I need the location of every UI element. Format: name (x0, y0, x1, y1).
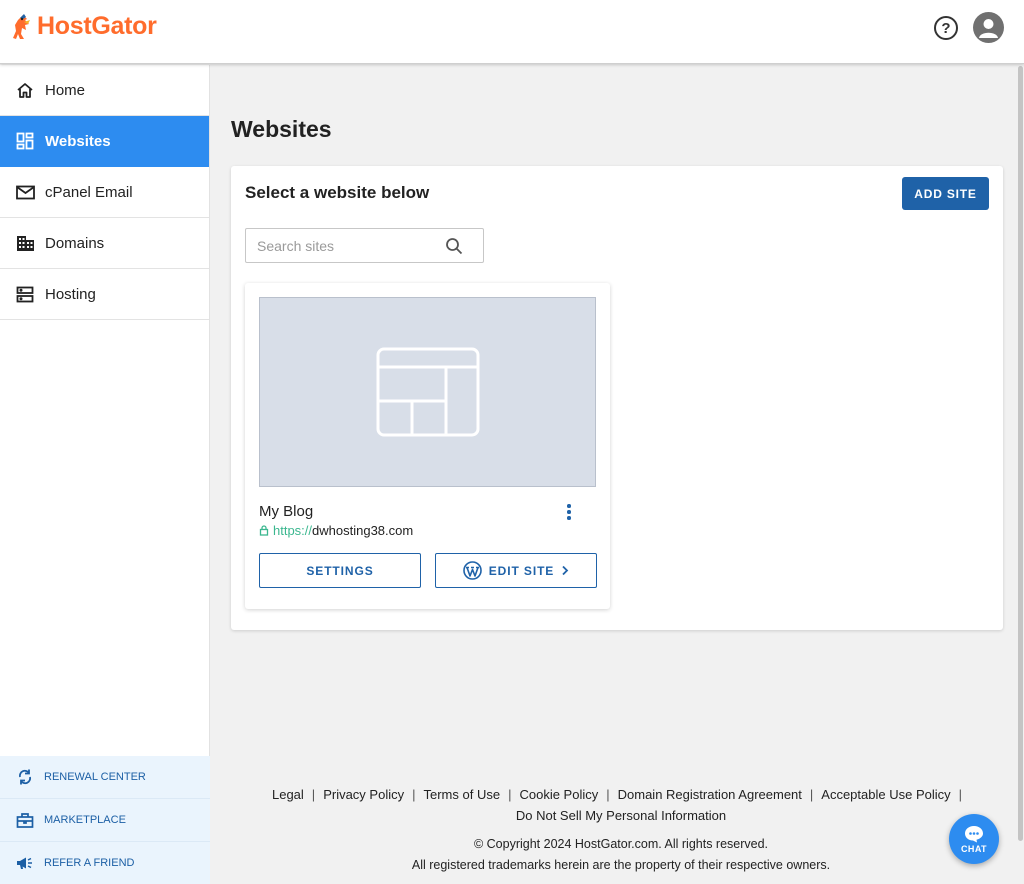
url-domain: dwhosting38.com (312, 523, 414, 538)
trademark-text: All registered trademarks herein are the… (411, 858, 831, 872)
edit-site-button[interactable]: EDIT SITE (435, 553, 597, 588)
footer-link-acceptable-use-policy[interactable]: Acceptable Use Policy (821, 787, 950, 802)
chat-button[interactable]: CHAT (949, 814, 999, 864)
store-icon (15, 811, 35, 829)
site-card: My Blog https://dwhosting38.com SETTINGS… (245, 283, 610, 609)
footer-links: Legal | Privacy Policy | Terms of Use | Cookie… (271, 787, 963, 823)
add-site-button[interactable]: ADD SITE (902, 177, 989, 210)
site-name: My Blog (259, 503, 314, 520)
wordpress-icon (462, 561, 482, 580)
search-box (245, 228, 484, 263)
sidebar-item-refer-a-friend[interactable]: REFER A FRIEND (0, 842, 210, 884)
sidebar-item-label: Home (45, 81, 86, 99)
sidebar-item-websites[interactable]: Websites (0, 116, 209, 167)
sidebar: Home Websites cPanel Email Domains Hosti… (0, 65, 210, 884)
site-url[interactable]: https://dwhosting38.com (259, 523, 413, 538)
footer-link-domain-registration-agreement[interactable]: Domain Registration Agreement (618, 787, 802, 802)
copyright-text: © Copyright 2024 HostGator.com. All righ… (473, 837, 769, 851)
settings-button[interactable]: SETTINGS (259, 553, 421, 588)
mail-icon (15, 182, 35, 202)
top-header: HostGator ? (0, 0, 1024, 64)
more-options-icon[interactable] (562, 502, 576, 522)
sidebar-item-label: MARKETPLACE (44, 814, 126, 826)
sidebar-bottom-links: RENEWAL CENTER MARKETPLACE REFER A FRIEN… (0, 756, 210, 884)
brand-name: HostGator (37, 12, 157, 40)
websites-panel: Select a website below ADD SITE My Blog … (231, 166, 1003, 630)
lock-icon (259, 525, 269, 536)
user-silhouette-icon (979, 19, 998, 38)
renew-arrows-icon (15, 768, 35, 786)
help-icon[interactable]: ? (934, 16, 958, 40)
sidebar-item-label: Hosting (45, 285, 96, 303)
page-title: Websites (231, 116, 332, 142)
footer-link-terms-of-use[interactable]: Terms of Use (424, 787, 501, 802)
sidebar-item-domains[interactable]: Domains (0, 218, 209, 269)
gator-mascot-icon (13, 13, 30, 39)
sidebar-item-home[interactable]: Home (0, 65, 209, 116)
footer-link-do-not-sell[interactable]: Do Not Sell My Personal Information (516, 808, 726, 823)
footer-link-privacy-policy[interactable]: Privacy Policy (323, 787, 404, 802)
hostgator-logo[interactable]: HostGator (12, 12, 157, 41)
sidebar-item-label: RENEWAL CENTER (44, 771, 146, 783)
sidebar-item-marketplace[interactable]: MARKETPLACE (0, 799, 210, 842)
sidebar-item-label: Websites (45, 132, 111, 150)
footer-link-cookie-policy[interactable]: Cookie Policy (519, 787, 598, 802)
chevron-right-icon (562, 565, 569, 576)
search-icon[interactable] (445, 237, 463, 255)
url-protocol: https:// (273, 523, 313, 538)
search-input[interactable] (246, 229, 436, 262)
sidebar-item-label: Domains (45, 234, 105, 252)
chat-bubble-icon (965, 825, 983, 842)
account-avatar-icon[interactable] (973, 12, 1004, 43)
site-thumbnail[interactable] (259, 297, 596, 487)
sidebar-item-renewal-center[interactable]: RENEWAL CENTER (0, 756, 210, 799)
megaphone-icon (15, 854, 35, 872)
sidebar-item-hosting[interactable]: Hosting (0, 269, 209, 320)
sidebar-item-label: cPanel Email (45, 183, 133, 201)
footer-link-legal[interactable]: Legal (272, 787, 304, 802)
sidebar-item-label: REFER A FRIEND (44, 857, 135, 869)
server-icon (15, 284, 35, 304)
chat-label: CHAT (961, 843, 987, 854)
dashboard-grid-icon (15, 131, 35, 151)
footer-copyright: © Copyright 2024 HostGator.com. All righ… (231, 834, 1011, 876)
home-icon (15, 80, 35, 100)
sidebar-item-cpanel-email[interactable]: cPanel Email (0, 167, 209, 218)
scrollbar-thumb[interactable] (1018, 66, 1023, 841)
website-layout-icon (376, 347, 479, 437)
edit-site-label: EDIT SITE (488, 563, 555, 578)
panel-title: Select a website below (245, 183, 430, 202)
building-icon (15, 233, 35, 253)
